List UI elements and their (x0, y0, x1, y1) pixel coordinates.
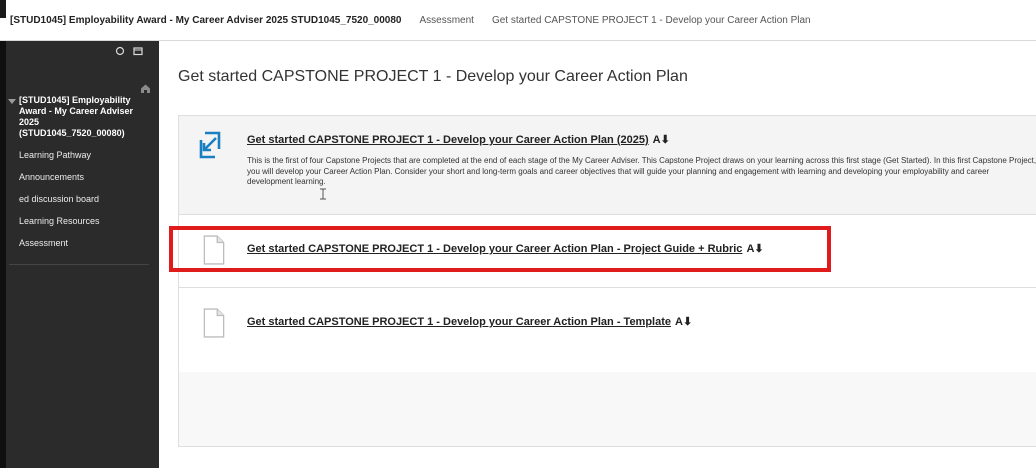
download-icon[interactable]: A⬇ (653, 133, 670, 146)
refresh-icon[interactable] (115, 46, 125, 56)
content-item: Get started CAPSTONE PROJECT 1 - Develop… (179, 215, 1036, 288)
sidebar-course-title[interactable]: [STUD1045] Employability Award - My Care… (19, 95, 137, 139)
item-title-text: Get started CAPSTONE PROJECT 1 - Develop… (247, 243, 743, 255)
sidebar-item-assessment[interactable]: Assessment (19, 236, 100, 258)
text-cursor-icon (320, 188, 326, 200)
main-content: Get started CAPSTONE PROJECT 1 - Develop… (159, 41, 1036, 468)
sidebar-item-learning-resources[interactable]: Learning Resources (19, 214, 100, 236)
breadcrumb-current-page: Get started CAPSTONE PROJECT 1 - Develop… (491, 15, 811, 26)
collapse-caret-icon[interactable] (8, 99, 16, 104)
sidebar-divider (9, 264, 149, 265)
page-title: Get started CAPSTONE PROJECT 1 - Develop… (178, 68, 688, 85)
download-icon[interactable]: A⬇ (746, 242, 763, 255)
document-icon (203, 235, 225, 265)
item-link-project-guide-rubric[interactable]: Get started CAPSTONE PROJECT 1 - Develop… (247, 242, 764, 255)
course-sidebar: [STUD1045] Employability Award - My Care… (0, 41, 159, 468)
sidebar-menu: Learning Pathway Announcements ed discus… (19, 148, 100, 258)
download-icon[interactable]: A⬇ (675, 315, 692, 328)
home-icon[interactable] (140, 83, 151, 94)
breadcrumb-course[interactable]: [STUD1045] Employability Award - My Care… (10, 15, 402, 26)
top-breadcrumb-bar: [STUD1045] Employability Award - My Care… (0, 0, 1036, 41)
item-title-text: Get started CAPSTONE PROJECT 1 - Develop… (247, 316, 672, 328)
sidebar-item-learning-pathway[interactable]: Learning Pathway (19, 148, 100, 170)
sidebar-tools (115, 46, 143, 56)
item-link-template[interactable]: Get started CAPSTONE PROJECT 1 - Develop… (247, 315, 692, 328)
sidebar-edge (0, 41, 6, 468)
content-list: Get started CAPSTONE PROJECT 1 - Develop… (178, 115, 1036, 447)
content-item: Get started CAPSTONE PROJECT 1 - Develop… (179, 116, 1036, 215)
breadcrumb-assessment[interactable]: Assessment (420, 15, 474, 26)
item-title-text: Get started CAPSTONE PROJECT 1 - Develop… (247, 134, 649, 146)
content-item: Get started CAPSTONE PROJECT 1 - Develop… (179, 288, 1036, 372)
sidebar-item-ed-discussion-board[interactable]: ed discussion board (19, 192, 100, 214)
folder-view-icon[interactable] (133, 46, 143, 56)
document-icon (203, 308, 225, 338)
corner-mark (0, 0, 6, 18)
link-arrow-icon (199, 131, 221, 159)
breadcrumb: [STUD1045] Employability Award - My Care… (10, 15, 811, 26)
sidebar-item-announcements[interactable]: Announcements (19, 170, 100, 192)
item-description: This is the first of four Capstone Proje… (247, 156, 1036, 186)
item-link-career-action-plan[interactable]: Get started CAPSTONE PROJECT 1 - Develop… (247, 133, 670, 146)
